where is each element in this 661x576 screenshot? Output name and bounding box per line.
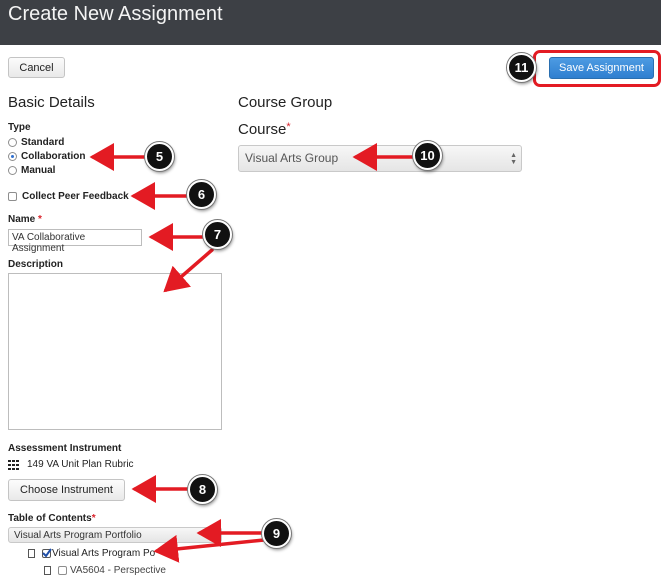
callout-7: 7 <box>203 220 232 249</box>
arrow-7b <box>163 248 214 293</box>
callout-11: 11 <box>507 53 536 82</box>
callout-6: 6 <box>187 180 216 209</box>
callout-10: 10 <box>413 141 442 170</box>
callout-8: 8 <box>188 475 217 504</box>
callout-9: 9 <box>262 519 291 548</box>
arrow-9b <box>153 534 266 563</box>
annotation-arrows <box>89 143 417 563</box>
callout-5: 5 <box>145 142 174 171</box>
